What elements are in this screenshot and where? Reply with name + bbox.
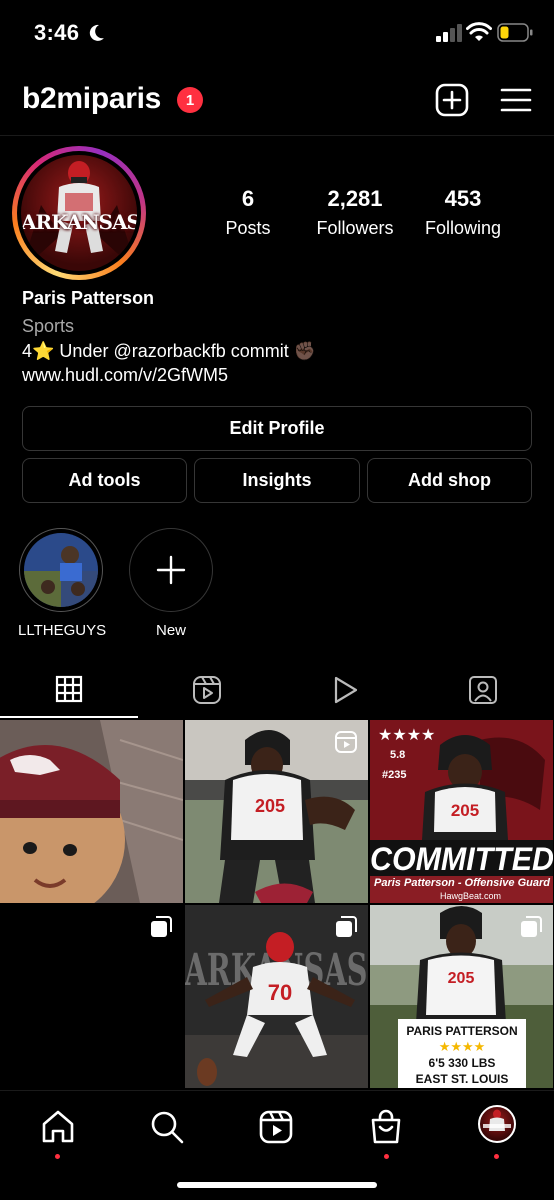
- ad-tools-button[interactable]: Ad tools: [22, 458, 187, 503]
- shop-notification-dot: [384, 1154, 389, 1159]
- wifi-icon: [466, 22, 492, 41]
- stat-value: 2,281: [327, 186, 383, 211]
- profile-tabs: [0, 662, 554, 718]
- post-thumbnail[interactable]: ★★★★ 5.8 #235 205 COMMITTED Paris Patter…: [370, 720, 553, 903]
- insights-button[interactable]: Insights: [194, 458, 360, 503]
- post-text: COMMITTED: [370, 841, 553, 877]
- carousel-indicator-icon: [336, 916, 357, 937]
- home-indicator: [177, 1182, 377, 1188]
- profile-avatar-ring[interactable]: ARKANSAS: [12, 146, 146, 280]
- create-post-icon[interactable]: [434, 82, 470, 118]
- cellular-signal-icon: [436, 24, 462, 42]
- star-rating: ★★★★: [439, 1040, 486, 1055]
- play-icon: [334, 676, 358, 704]
- highlight-cover-image: [24, 533, 98, 607]
- post-thumbnail[interactable]: ARKANSAS 70: [185, 905, 368, 1088]
- battery-icon: [497, 23, 533, 42]
- followers-count[interactable]: 2,281 Followers: [300, 186, 410, 239]
- search-icon[interactable]: [147, 1107, 187, 1147]
- home-notification-dot: [55, 1154, 60, 1159]
- avatar-wordmark: ARKANSAS: [21, 210, 137, 234]
- tagged-icon: [469, 676, 497, 704]
- bio-link[interactable]: www.hudl.com/v/2GfWM5: [22, 363, 532, 387]
- plus-icon: [156, 555, 186, 585]
- post-text: #235: [382, 769, 406, 781]
- tab-reels[interactable]: [138, 662, 276, 718]
- profile-notification-dot: [494, 1154, 499, 1159]
- profile-avatar[interactable]: [478, 1105, 516, 1143]
- star-rating: ★★★★: [378, 725, 435, 744]
- bio-text[interactable]: 4⭐ Under @razorbackfb commit ✊🏿: [22, 339, 532, 363]
- avatar-image: [483, 1109, 511, 1131]
- profile-header: b2miparis 1: [0, 66, 554, 136]
- status-time: 3:46: [34, 20, 80, 45]
- post-text: 205: [448, 970, 475, 987]
- profile-display-name: Paris Patterson: [22, 288, 155, 308]
- post-text: Paris Patterson - Offensive Guard: [374, 877, 550, 889]
- notification-badge[interactable]: 1: [177, 87, 203, 113]
- stat-label: Posts: [225, 218, 271, 238]
- post-text: EAST ST. LOUIS: [416, 1072, 509, 1086]
- carousel-indicator-icon: [151, 916, 172, 937]
- stat-value: 6: [241, 186, 255, 211]
- carousel-indicator-icon: [521, 916, 542, 937]
- post-thumbnail[interactable]: [0, 720, 183, 903]
- reels-icon[interactable]: [256, 1107, 296, 1147]
- tab-posts-grid[interactable]: [0, 662, 138, 718]
- post-text: 205: [451, 801, 479, 820]
- status-bar: 3:46: [0, 0, 554, 66]
- username-switcher[interactable]: b2miparis: [22, 82, 161, 116]
- moon-icon: [89, 24, 104, 41]
- tab-videos[interactable]: [276, 662, 414, 718]
- post-text: HawgBeat.com: [440, 891, 501, 901]
- following-count[interactable]: 453 Following: [408, 186, 518, 239]
- post-text: PARIS PATTERSON: [406, 1024, 517, 1038]
- post-thumbnail[interactable]: 205 PARIS PATTERSON ★★★★ 6'5 330 LBS EAS…: [370, 905, 553, 1088]
- stat-label: Followers: [316, 218, 394, 238]
- post-thumbnail[interactable]: 205: [185, 720, 368, 903]
- new-highlight-button[interactable]: New: [128, 528, 214, 639]
- post-text: 6'5 330 LBS: [429, 1056, 496, 1070]
- home-icon[interactable]: [38, 1107, 78, 1147]
- add-shop-button[interactable]: Add shop: [367, 458, 532, 503]
- reels-icon: [193, 676, 221, 704]
- highlight-lltheguys[interactable]: LLTHEGUYS: [18, 528, 107, 639]
- highlight-label: LLTHEGUYS: [18, 622, 107, 639]
- post-image: [0, 720, 183, 903]
- post-text: 5.8: [390, 749, 405, 761]
- profile-bio: Paris Patterson Sports 4⭐ Under @razorba…: [22, 287, 532, 387]
- tab-tagged[interactable]: [414, 662, 552, 718]
- post-thumbnail[interactable]: [0, 905, 183, 1088]
- post-text: 205: [255, 796, 285, 816]
- post-text: 70: [268, 980, 292, 1005]
- profile-avatar[interactable]: ARKANSAS: [21, 155, 137, 271]
- edit-profile-button[interactable]: Edit Profile: [22, 406, 532, 451]
- shop-icon[interactable]: [366, 1107, 406, 1147]
- highlight-label: New: [155, 622, 186, 639]
- profile-category: Sports: [22, 316, 75, 336]
- stat-value: 453: [444, 186, 482, 211]
- grid-icon: [55, 675, 83, 703]
- posts-count[interactable]: 6 Posts: [193, 186, 303, 239]
- menu-icon[interactable]: [498, 82, 534, 118]
- stat-label: Following: [424, 218, 502, 238]
- post-image: ★★★★ 5.8 #235 205 COMMITTED Paris Patter…: [370, 720, 553, 903]
- reel-indicator-icon: [335, 731, 357, 753]
